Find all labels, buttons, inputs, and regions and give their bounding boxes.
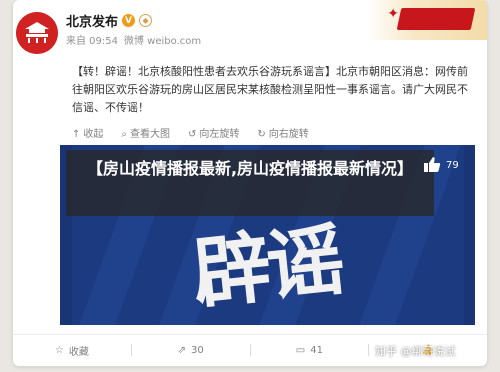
view-large-button[interactable]: ⌕ 查看大图: [121, 125, 170, 140]
repost-count: 30: [190, 344, 204, 356]
verified-icon: V: [122, 14, 136, 27]
banner-flag-icon: [396, 8, 476, 30]
rumor-refute-text: 辟谣: [188, 214, 346, 321]
post-text: 【转！辟谣！北京核酸阳性患者去欢乐谷游玩系谣言】北京市朝阳区消息：网传前往朝阳区…: [72, 65, 468, 114]
watermark: 知乎 @绑哥说试: [375, 345, 456, 358]
collapse-icon: ↑: [72, 129, 81, 140]
zoom-icon: ⌕: [121, 129, 127, 140]
comment-button[interactable]: ▭ 41: [251, 345, 369, 356]
comment-icon: ▭: [295, 344, 306, 356]
overlay-title: 【房山疫情播报最新,房山疫情播报最新情况】: [86, 159, 414, 178]
post-time[interactable]: 来自 09:54: [66, 32, 118, 47]
header-banner: ✦: [367, 0, 487, 40]
author-row: 北京发布 V ◆: [66, 11, 153, 30]
like-badge[interactable]: 79: [422, 151, 470, 179]
banner-decoration-icon: ✦: [387, 6, 399, 22]
rotate-right-button[interactable]: ↻ 向右旋转: [257, 125, 308, 140]
divider: [13, 334, 487, 335]
rotate-right-icon: ↻: [257, 129, 266, 140]
repost-icon: ⇗: [177, 344, 186, 356]
post-source: 微博 weibo.com: [124, 36, 202, 47]
author-name[interactable]: 北京发布: [66, 11, 118, 30]
rotate-left-icon: ↺: [188, 129, 197, 140]
beijing-logo-icon: [16, 12, 58, 54]
repost-button[interactable]: ⇗ 30: [132, 345, 250, 356]
favorite-label: 收藏: [68, 346, 89, 358]
favorite-button[interactable]: ☆ 收藏: [13, 343, 131, 358]
post-meta: 来自 09:54 微博 weibo.com: [66, 32, 201, 47]
comment-count: 41: [310, 344, 323, 356]
image-actions: ↑ 收起 ⌕ 查看大图 ↺ 向左旋转 ↻ 向右旋转: [72, 125, 309, 140]
avatar[interactable]: [16, 12, 58, 54]
rotate-left-button[interactable]: ↺ 向左旋转: [188, 125, 239, 140]
thumbs-up-icon: [424, 157, 441, 172]
vip-badge-icon: ◆: [139, 14, 153, 27]
collapse-button[interactable]: ↑ 收起: [72, 125, 103, 140]
like-count: 79: [446, 159, 459, 171]
star-icon: ☆: [54, 344, 64, 356]
